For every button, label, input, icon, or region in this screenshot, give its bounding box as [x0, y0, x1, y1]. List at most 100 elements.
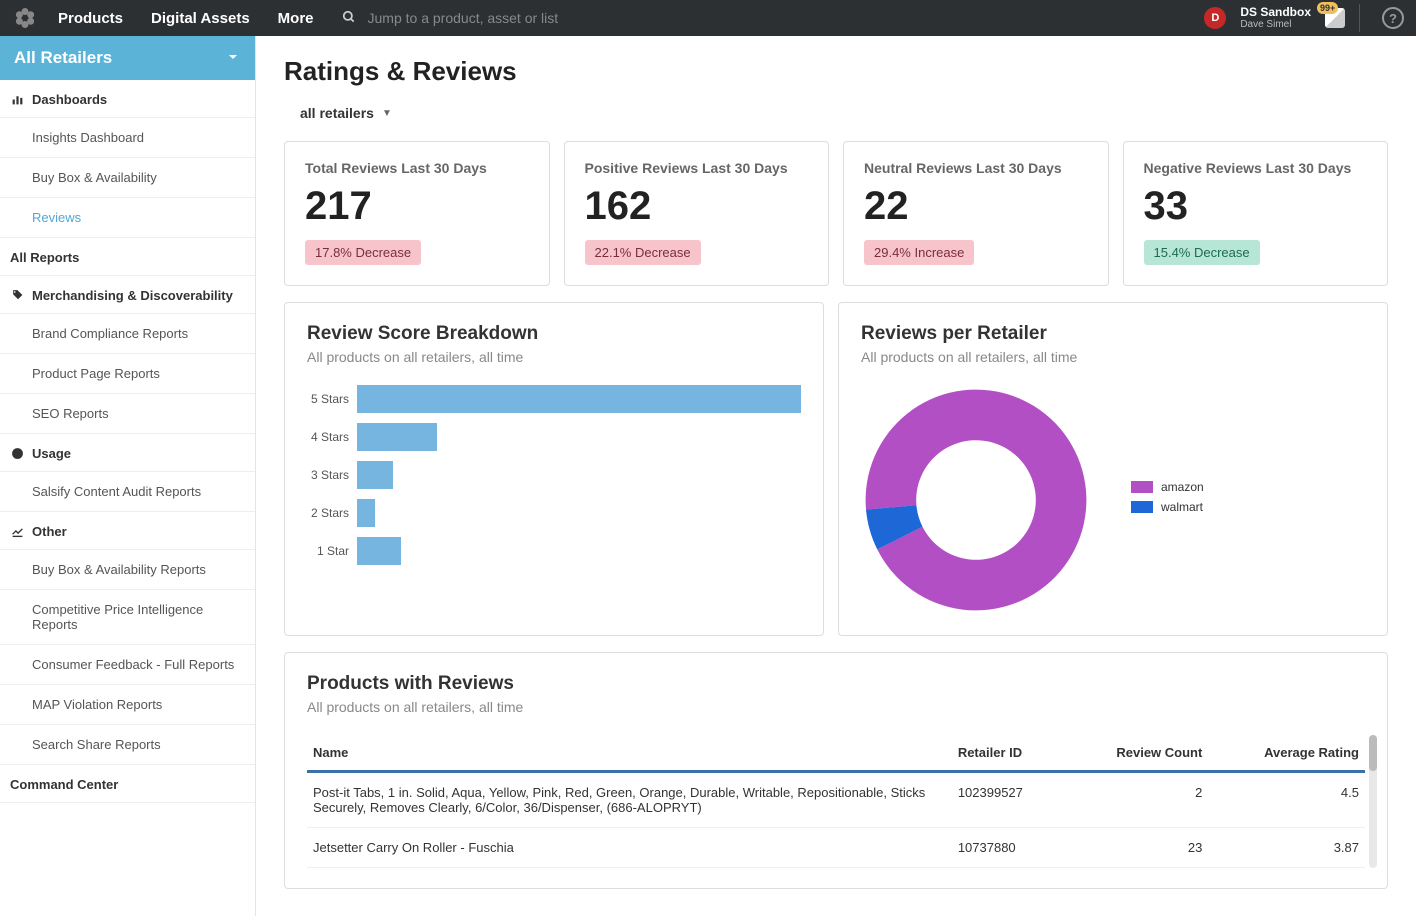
legend-label: walmart [1161, 500, 1203, 514]
sidebar-item[interactable]: SEO Reports [0, 394, 255, 434]
help-icon[interactable]: ? [1382, 7, 1404, 29]
chart-subtitle: All products on all retailers, all time [861, 349, 1365, 365]
user-fullname: Dave Simel [1240, 19, 1311, 30]
cell-avg-rating: 3.87 [1208, 828, 1365, 868]
bar-label: 4 Stars [307, 430, 357, 444]
notification-count: 99+ [1317, 2, 1338, 14]
bar-label: 3 Stars [307, 468, 357, 482]
nav-digital-assets[interactable]: Digital Assets [151, 10, 250, 27]
stat-change-badge: 15.4% Decrease [1144, 240, 1260, 265]
sidebar-item[interactable]: Product Page Reports [0, 354, 255, 394]
cell-name: Post-it Tabs, 1 in. Solid, Aqua, Yellow,… [307, 772, 952, 828]
nav-products[interactable]: Products [58, 10, 123, 27]
table-row[interactable]: Post-it Tabs, 1 in. Solid, Aqua, Yellow,… [307, 772, 1365, 828]
stat-value: 217 [305, 186, 529, 226]
notifications[interactable]: 99+ [1325, 8, 1345, 28]
chevron-down-icon [225, 49, 241, 68]
bar-fill [357, 385, 801, 413]
stat-value: 162 [585, 186, 809, 226]
stat-change-badge: 17.8% Decrease [305, 240, 421, 265]
brand-logo[interactable] [12, 5, 38, 31]
top-nav: Products Digital Assets More D DS Sandbo… [0, 0, 1416, 36]
filter-label: all retailers [300, 105, 374, 121]
tag-icon [10, 289, 24, 302]
sidebar-item[interactable]: Reviews [0, 198, 255, 238]
chart-title: Reviews per Retailer [861, 323, 1365, 345]
sidebar: All Retailers Dashboards Insights Dashboa… [0, 36, 256, 916]
table-title: Products with Reviews [307, 673, 1365, 695]
page-title: Ratings & Reviews [284, 56, 1388, 87]
stat-change-badge: 22.1% Decrease [585, 240, 701, 265]
stat-card: Positive Reviews Last 30 Days 162 22.1% … [564, 141, 830, 286]
sidebar-section-label: Command Center [10, 777, 118, 792]
cell-name: Jetsetter Carry On Roller - Fuschia [307, 828, 952, 868]
stat-card: Total Reviews Last 30 Days 217 17.8% Dec… [284, 141, 550, 286]
sidebar-section-label: Dashboards [32, 92, 107, 107]
review-score-breakdown-card: Review Score Breakdown All products on a… [284, 302, 824, 636]
bar-row: 3 Stars [307, 461, 801, 489]
stat-label: Neutral Reviews Last 30 Days [864, 160, 1088, 176]
bar-row: 5 Stars [307, 385, 801, 413]
sidebar-item[interactable]: Consumer Feedback - Full Reports [0, 645, 255, 685]
sidebar-item[interactable]: Salsify Content Audit Reports [0, 472, 255, 512]
user-menu[interactable]: DS Sandbox Dave Simel [1240, 6, 1311, 30]
bar-fill [357, 537, 401, 565]
bar-row: 2 Stars [307, 499, 801, 527]
stat-value: 33 [1144, 186, 1368, 226]
products-with-reviews-card: Products with Reviews All products on al… [284, 652, 1388, 889]
reviews-per-retailer-card: Reviews per Retailer All products on all… [838, 302, 1388, 636]
column-header[interactable]: Name [307, 735, 952, 772]
column-header[interactable]: Average Rating [1208, 735, 1365, 772]
sidebar-section[interactable]: Usage [0, 434, 255, 472]
stat-card: Negative Reviews Last 30 Days 33 15.4% D… [1123, 141, 1389, 286]
sidebar-item[interactable]: Brand Compliance Reports [0, 314, 255, 354]
avatar[interactable]: D [1204, 7, 1226, 29]
topnav-links: Products Digital Assets More [58, 10, 314, 27]
retailer-filter[interactable]: all retailers ▼ [300, 105, 392, 121]
stat-label: Negative Reviews Last 30 Days [1144, 160, 1368, 176]
sidebar-item[interactable]: MAP Violation Reports [0, 685, 255, 725]
divider [1359, 4, 1360, 32]
table-scrollbar[interactable] [1369, 735, 1377, 868]
chart-subtitle: All products on all retailers, all time [307, 349, 801, 365]
sidebar-item[interactable]: Buy Box & Availability Reports [0, 550, 255, 590]
sidebar-section[interactable]: Dashboards [0, 80, 255, 118]
column-header[interactable]: Review Count [1065, 735, 1209, 772]
legend-item: amazon [1131, 480, 1204, 494]
stat-card: Neutral Reviews Last 30 Days 22 29.4% In… [843, 141, 1109, 286]
sidebar-header[interactable]: All Retailers [0, 36, 255, 80]
sidebar-item[interactable]: Search Share Reports [0, 725, 255, 765]
cell-retailer-id: 10737880 [952, 828, 1065, 868]
column-header[interactable]: Retailer ID [952, 735, 1065, 772]
chart-legend: amazon walmart [1131, 480, 1204, 520]
sidebar-item[interactable]: Competitive Price Intelligence Reports [0, 590, 255, 645]
legend-label: amazon [1161, 480, 1204, 494]
sidebar-section[interactable]: Command Center [0, 765, 255, 803]
bar-chart: 5 Stars 4 Stars 3 Stars 2 Stars 1 Star [307, 385, 801, 565]
topnav-right: D DS Sandbox Dave Simel 99+ ? [1204, 4, 1404, 32]
bar-track [357, 537, 801, 565]
search-icon [342, 10, 356, 27]
sidebar-item[interactable]: Insights Dashboard [0, 118, 255, 158]
bar-fill [357, 499, 375, 527]
stat-value: 22 [864, 186, 1088, 226]
account-name: DS Sandbox [1240, 6, 1311, 19]
stat-change-badge: 29.4% Increase [864, 240, 974, 265]
nav-more[interactable]: More [278, 10, 314, 27]
sidebar-section[interactable]: Merchandising & Discoverability [0, 276, 255, 314]
legend-swatch [1131, 481, 1153, 493]
table-subtitle: All products on all retailers, all time [307, 699, 1365, 715]
sidebar-item[interactable]: Buy Box & Availability [0, 158, 255, 198]
stat-label: Positive Reviews Last 30 Days [585, 160, 809, 176]
charts-row: Review Score Breakdown All products on a… [284, 302, 1388, 636]
table-row[interactable]: Jetsetter Carry On Roller - Fuschia 1073… [307, 828, 1365, 868]
cell-avg-rating: 4.5 [1208, 772, 1365, 828]
caret-down-icon: ▼ [382, 108, 392, 119]
cell-review-count: 2 [1065, 772, 1209, 828]
bar-track [357, 423, 801, 451]
sidebar-section[interactable]: Other [0, 512, 255, 550]
search-input[interactable] [368, 10, 628, 26]
sidebar-section[interactable]: All Reports [0, 238, 255, 276]
bar-track [357, 385, 801, 413]
sidebar-section-label: Other [32, 524, 67, 539]
